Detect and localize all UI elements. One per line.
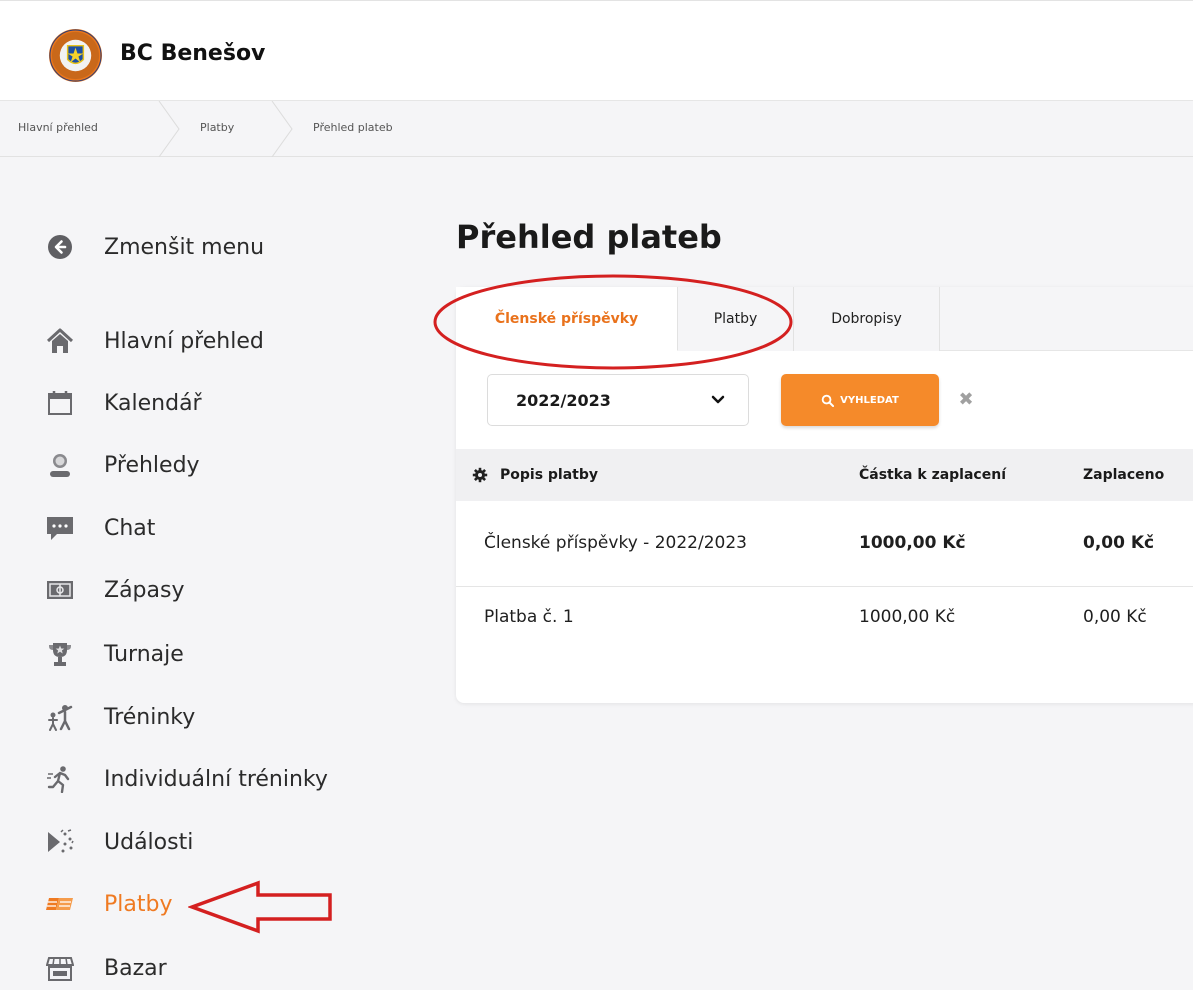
breadcrumb-current: Přehled plateb	[313, 121, 393, 134]
table-cell-paid: 0,00 Kč	[1083, 607, 1147, 627]
club-logo[interactable]	[48, 28, 103, 83]
sidebar-item-label: Tréninky	[104, 704, 196, 730]
close-icon: ✖	[958, 388, 974, 410]
table-header: Popis platby Částka k zaplacení Zaplacen…	[456, 449, 1193, 501]
person-icon	[44, 449, 76, 481]
sidebar-item-label: Zápasy	[104, 577, 185, 603]
breadcrumb-home[interactable]: Hlavní přehled	[18, 121, 98, 134]
sidebar-item-dashboard[interactable]: Hlavní přehled	[44, 321, 404, 361]
column-header-description[interactable]: Popis platby	[500, 467, 598, 483]
sidebar-item-label: Kalendář	[104, 390, 202, 416]
search-button-label: VYHLEDAT	[840, 394, 899, 406]
breadcrumb: Hlavní přehled Platby Přehled plateb	[0, 101, 1193, 157]
sidebar-item-payments[interactable]: Platby	[44, 884, 404, 924]
breadcrumb-separator	[271, 101, 293, 157]
season-select-value: 2022/2023	[516, 390, 611, 410]
sidebar-item-label: Turnaje	[104, 641, 184, 667]
sidebar-item-label: Události	[104, 829, 194, 855]
breadcrumb-payments[interactable]: Platby	[200, 121, 234, 134]
brand-name[interactable]: BC Benešov	[120, 41, 265, 66]
sidebar-item-matches[interactable]: Zápasy	[44, 570, 404, 610]
field-icon	[44, 574, 76, 606]
home-icon	[44, 325, 76, 357]
tab-credit-notes[interactable]: Dobropisy	[794, 287, 940, 351]
search-icon	[821, 394, 835, 407]
gear-icon[interactable]	[472, 467, 488, 483]
search-button[interactable]: VYHLEDAT	[781, 374, 939, 426]
training-icon	[44, 701, 76, 733]
sidebar-item-label: Platby	[104, 891, 173, 917]
collapse-menu-label: Zmenšit menu	[104, 234, 265, 260]
chevron-down-icon	[711, 395, 725, 404]
money-icon	[44, 888, 76, 920]
payments-card: Členské příspěvky Platby Dobropisy 2022/…	[456, 287, 1193, 703]
top-bar: BC Benešov	[0, 0, 1193, 101]
sidebar-item-label: Hlavní přehled	[104, 328, 264, 354]
table-cell-amount-due: 1000,00 Kč	[859, 533, 966, 553]
sidebar-item-label: Bazar	[104, 955, 167, 981]
arrow-left-circle-icon	[44, 231, 76, 263]
calendar-icon	[44, 387, 76, 419]
breadcrumb-separator	[158, 101, 180, 157]
sidebar-item-bazaar[interactable]: Bazar	[44, 948, 404, 988]
table-cell-description: Platba č. 1	[484, 607, 574, 627]
collapse-menu-button[interactable]: Zmenšit menu	[44, 227, 404, 267]
column-header-amount-due[interactable]: Částka k zaplacení	[859, 467, 1006, 483]
sidebar-item-overviews[interactable]: Přehledy	[44, 445, 404, 485]
tab-payments[interactable]: Platby	[678, 287, 794, 351]
sidebar-item-trainings[interactable]: Tréninky	[44, 697, 404, 737]
runner-icon	[44, 763, 76, 795]
sidebar-item-chat[interactable]: Chat	[44, 508, 404, 548]
sidebar-item-label: Chat	[104, 515, 156, 541]
sidebar-item-label: Individuální tréninky	[104, 766, 328, 792]
sidebar-item-individual-trainings[interactable]: Individuální tréninky	[44, 759, 404, 799]
sidebar-item-events[interactable]: Události	[44, 822, 404, 862]
sidebar-item-tournaments[interactable]: Turnaje	[44, 634, 404, 674]
event-icon	[44, 826, 76, 858]
table-cell-description: Členské příspěvky - 2022/2023	[484, 533, 747, 553]
trophy-icon	[44, 638, 76, 670]
table-cell-amount-due: 1000,00 Kč	[859, 607, 956, 627]
chat-icon	[44, 512, 76, 544]
tab-membership-fees[interactable]: Členské příspěvky	[456, 287, 678, 351]
sidebar-item-calendar[interactable]: Kalendář	[44, 383, 404, 423]
page-title: Přehled plateb	[456, 218, 722, 256]
table-row[interactable]: Platba č. 1 1000,00 Kč 0,00 Kč	[456, 587, 1193, 673]
sidebar-item-label: Přehledy	[104, 452, 200, 478]
season-select[interactable]: 2022/2023	[487, 374, 749, 426]
table-row[interactable]: Členské příspěvky - 2022/2023 1000,00 Kč…	[456, 501, 1193, 587]
clear-filter-button[interactable]: ✖	[956, 388, 976, 410]
shop-icon	[44, 952, 76, 984]
column-header-paid[interactable]: Zaplaceno	[1083, 467, 1164, 483]
tab-bar: Členské příspěvky Platby Dobropisy	[456, 287, 1193, 351]
table-cell-paid: 0,00 Kč	[1083, 533, 1155, 553]
